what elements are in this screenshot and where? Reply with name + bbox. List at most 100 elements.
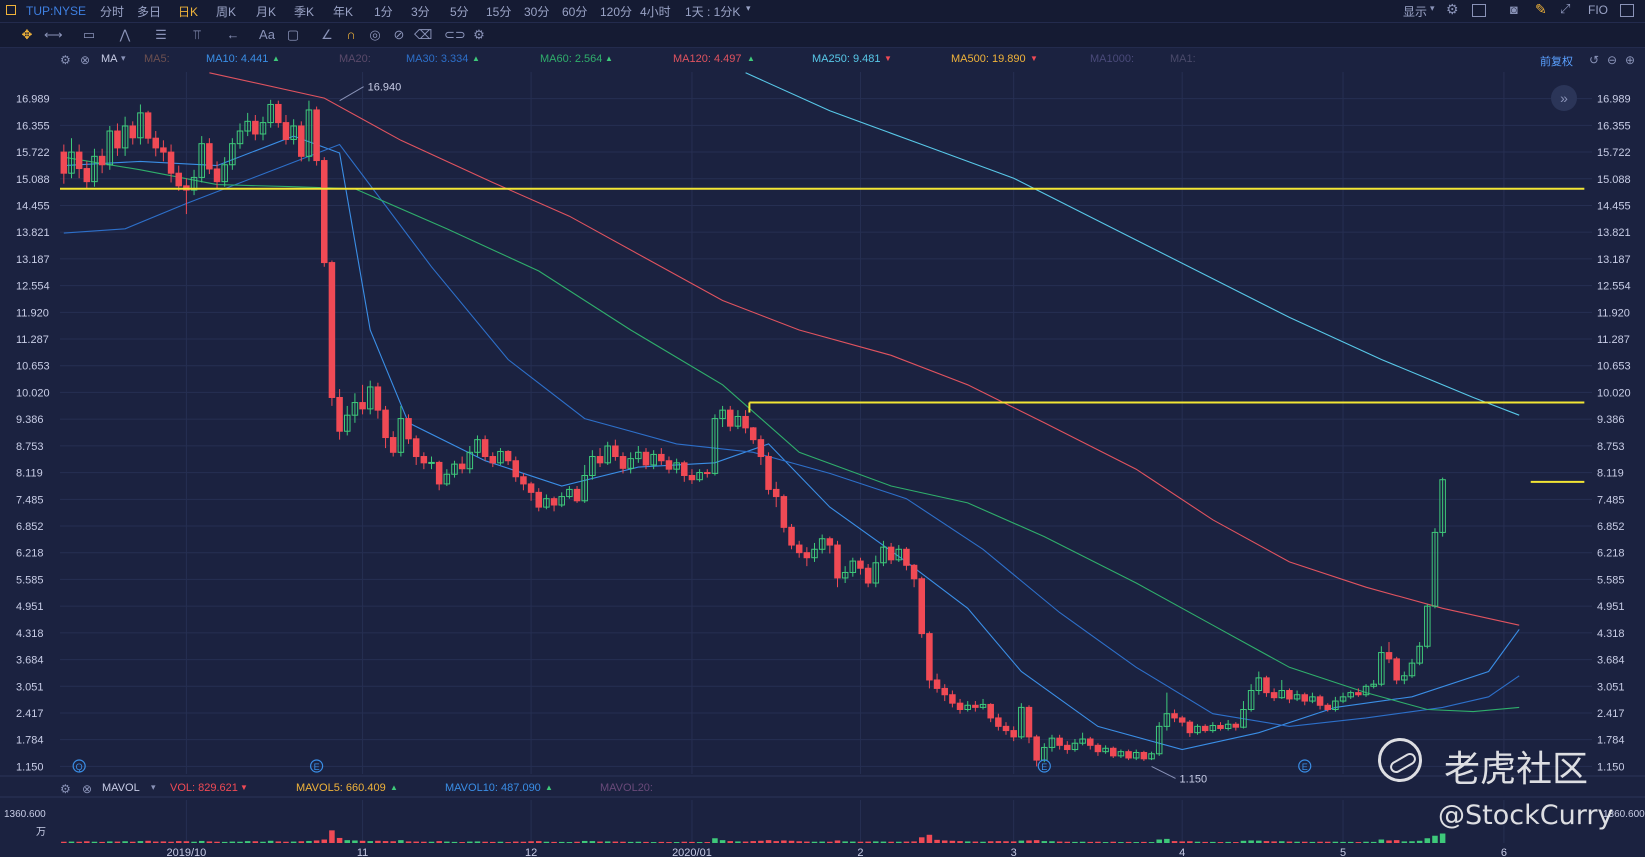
candle-body <box>359 402 366 410</box>
candle-body <box>152 137 160 149</box>
volume-bar <box>321 839 328 843</box>
volume-bar <box>804 841 810 843</box>
volume-bar <box>490 841 496 843</box>
candle-body <box>956 702 964 710</box>
volume-bar <box>329 830 335 843</box>
volume-bar <box>857 841 864 843</box>
volume-bar <box>367 841 373 843</box>
volume-bar <box>359 840 366 843</box>
candle-body <box>1064 744 1071 751</box>
volume-bar <box>137 841 144 843</box>
candle-body <box>1232 723 1240 728</box>
volume-bar <box>229 841 236 843</box>
y-tick-label: 13.821 <box>16 227 50 239</box>
volume-bar <box>183 841 190 843</box>
candle-body <box>144 112 152 139</box>
y-tick-label: 2.417 <box>1597 708 1625 720</box>
close-icon[interactable]: ⊗ <box>82 782 92 796</box>
volume-bar <box>482 841 488 843</box>
y-tick-label: 13.821 <box>1597 227 1631 239</box>
volume-bar <box>237 841 243 843</box>
volume-bar <box>558 841 565 843</box>
volume-bar <box>834 840 841 843</box>
volume-bar <box>390 841 396 843</box>
volume-bar <box>244 841 251 843</box>
mavol20-label: MAVOL20: <box>600 782 653 794</box>
volume-bar <box>168 841 174 843</box>
y-tick-label: 8.753 <box>1597 441 1625 453</box>
candle-body <box>1109 747 1117 757</box>
candle-body <box>520 476 527 485</box>
volume-bar <box>459 842 465 843</box>
candle-body <box>1094 744 1102 753</box>
volume-bar <box>1202 841 1208 843</box>
watermark-brand: 老虎社区 <box>1444 749 1589 790</box>
candle-body <box>757 439 765 458</box>
volume-bar <box>513 841 519 843</box>
y-tick-label: 1.150 <box>16 761 44 773</box>
volume-bar <box>214 841 220 843</box>
y-tick-label: 13.187 <box>16 254 50 266</box>
volume-indicator-name[interactable]: MAVOL <box>102 782 140 794</box>
volume-bar <box>252 841 259 843</box>
volume-bar <box>635 841 642 843</box>
volume-bar <box>497 841 504 843</box>
volume-bar <box>727 841 734 843</box>
volume-bar <box>1424 838 1431 843</box>
candle-body <box>933 679 941 689</box>
volume-bar <box>421 841 427 843</box>
candle-body <box>328 262 336 398</box>
volume-bar <box>175 841 182 843</box>
volume-bar <box>796 841 802 843</box>
candle-body <box>114 130 121 149</box>
volume-bar <box>267 840 274 843</box>
chevron-down-icon: ▾ <box>151 782 156 792</box>
x-tick-label: 3 <box>1011 847 1017 857</box>
volume-bar <box>1240 840 1247 843</box>
volume-bar <box>735 841 741 843</box>
candle-body <box>972 704 979 708</box>
y-tick-label: 4.318 <box>1597 628 1625 640</box>
candle-body <box>681 462 688 476</box>
candle-body <box>206 143 213 170</box>
ma-lines <box>63 72 1520 751</box>
volume-bar <box>260 841 266 843</box>
volume-bar <box>964 841 971 843</box>
volume-axis-top: 1360.600 <box>4 809 46 820</box>
vol-label: VOL: 829.621 <box>170 782 238 794</box>
volume-bar <box>865 841 871 843</box>
volume-bar <box>130 841 136 843</box>
volume-bar <box>1187 841 1193 843</box>
y-tick-label: 6.852 <box>16 521 44 533</box>
down-arrow-icon: ▼ <box>240 783 248 792</box>
candle-body <box>1286 690 1293 700</box>
candle-body <box>995 717 1002 727</box>
candle-body <box>749 427 757 441</box>
volume-bars <box>61 830 1446 843</box>
gear-icon[interactable]: ⚙ <box>60 782 71 796</box>
candle-body <box>382 409 389 439</box>
volume-bar <box>1141 841 1147 843</box>
volume-bar <box>972 841 979 843</box>
candle-body <box>252 120 259 135</box>
volume-bar <box>1018 840 1025 843</box>
volume-bar <box>1148 842 1155 843</box>
candle-body <box>987 703 994 719</box>
candle-body <box>420 456 428 464</box>
candlesticks <box>60 99 1446 767</box>
candle-body <box>550 498 558 506</box>
scroll-right-button[interactable]: » <box>1551 85 1577 111</box>
volume-bar <box>712 838 718 843</box>
candle-body <box>313 109 320 162</box>
volume-bar <box>198 840 205 843</box>
volume-bar <box>1118 842 1124 843</box>
y-tick-label: 1.150 <box>1597 761 1625 773</box>
volume-bar <box>788 840 795 843</box>
volume-bar <box>1317 841 1323 843</box>
volume-bar <box>987 841 994 843</box>
volume-axis-unit: 万 <box>36 827 46 838</box>
x-tick-label: 2 <box>857 847 863 857</box>
price-annotation: 16.940 <box>368 82 402 94</box>
price-chart[interactable]: 16.9401.150 16.98916.35515.72215.08814.4… <box>0 0 1645 857</box>
volume-bar <box>827 841 833 843</box>
